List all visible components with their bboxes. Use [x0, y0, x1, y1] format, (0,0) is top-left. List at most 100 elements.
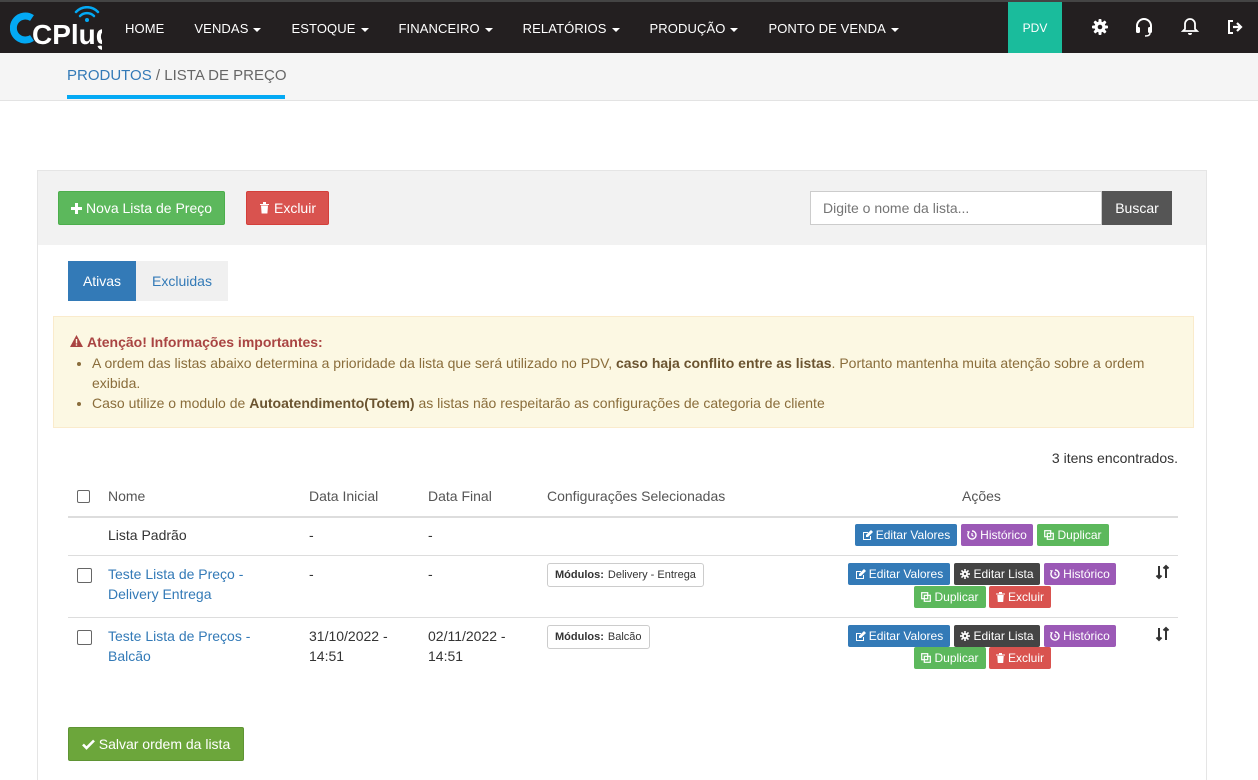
column-header-config: Configurações Selecionadas [547, 488, 726, 504]
copy-icon [921, 653, 932, 663]
delete-button[interactable]: Excluir [246, 191, 329, 225]
row-name-link[interactable]: Teste Lista de Preços - Balcão [108, 626, 250, 666]
caret-down-icon [484, 27, 493, 32]
bell-icon[interactable] [1180, 17, 1200, 37]
nav-label: ESTOQUE [291, 21, 356, 36]
cplug-logo[interactable]: CPlug [10, 6, 102, 50]
duplicate-button[interactable]: Duplicar [914, 647, 986, 669]
nav-producao[interactable]: PRODUÇÃO [635, 21, 754, 36]
sort-drag-icon[interactable] [1155, 626, 1171, 642]
caret-down-icon [253, 27, 262, 32]
alert-bold-text: Autoatendimento(Totem) [249, 395, 415, 411]
history-label: Histórico [1063, 629, 1110, 643]
breadcrumb-parent-link[interactable]: PRODUTOS [67, 67, 152, 84]
new-price-list-button[interactable]: Nova Lista de Preço [58, 191, 225, 225]
delete-label: Excluir [273, 200, 316, 216]
row-name-link[interactable]: Teste Lista de Preço - Delivery Entrega [108, 564, 243, 604]
edit-list-button[interactable]: Editar Lista [954, 625, 1040, 647]
edit-icon [855, 568, 866, 579]
edit-list-button[interactable]: Editar Lista [954, 563, 1040, 585]
breadcrumb: PRODUTOS / LISTA DE PREÇO [67, 67, 287, 84]
tab-excluidas[interactable]: Excluidas [136, 261, 228, 301]
row-start-date: - [309, 566, 314, 582]
module-badge-value: Balcão [607, 631, 642, 643]
row-start-date-line: 31/10/2022 - [309, 628, 388, 644]
select-all-checkbox[interactable] [77, 490, 90, 503]
save-order-button[interactable]: Salvar ordem da lista [68, 727, 244, 761]
nav-label: PONTO DE VENDA [768, 21, 886, 36]
pdv-button[interactable]: PDV [1008, 2, 1062, 53]
duplicate-button[interactable]: Duplicar [1037, 524, 1109, 546]
results-count: 3 itens encontrados. [1051, 450, 1178, 466]
history-icon [967, 530, 977, 540]
breadcrumb-bar: PRODUTOS / LISTA DE PREÇO [0, 53, 1258, 101]
tab-ativas[interactable]: Ativas [68, 261, 136, 301]
trash-icon [995, 653, 1005, 663]
alert-bold-text: caso haja conflito entre as listas [616, 355, 832, 371]
edit-values-button[interactable]: Editar Valores [855, 524, 957, 546]
edit-values-button[interactable]: Editar Valores [848, 625, 950, 647]
delete-row-button[interactable]: Excluir [989, 586, 1051, 608]
trash-icon [259, 202, 269, 214]
row-start-date-line: 14:51 [309, 648, 345, 664]
logo-text: CPlug [32, 19, 102, 50]
copy-icon [1044, 530, 1055, 540]
nav-label: HOME [125, 21, 165, 36]
edit-values-label: Editar Valores [875, 528, 951, 542]
new-price-list-label: Nova Lista de Preço [85, 200, 213, 216]
row-end-date: 02/11/2022 - 14:51 [428, 626, 506, 666]
duplicate-button[interactable]: Duplicar [914, 586, 986, 608]
history-button[interactable]: Histórico [961, 524, 1033, 546]
edit-icon [855, 630, 866, 641]
row-name-line: Teste Lista de Preços - [108, 628, 251, 644]
breadcrumb-current: LISTA DE PREÇO [164, 67, 287, 84]
edit-values-button[interactable]: Editar Valores [848, 563, 950, 585]
row-name-line: Balcão [108, 648, 151, 664]
delete-row-label: Excluir [1007, 651, 1044, 665]
nav-ponto-de-venda[interactable]: PONTO DE VENDA [753, 21, 913, 36]
row-checkbox[interactable] [77, 630, 92, 645]
search-input[interactable] [810, 191, 1102, 225]
row-checkbox[interactable] [77, 568, 92, 583]
duplicate-label: Duplicar [934, 651, 979, 665]
search-button[interactable]: Buscar [1102, 191, 1172, 225]
breadcrumb-active-underline [67, 95, 285, 99]
delete-row-button[interactable]: Excluir [989, 647, 1051, 669]
nav-label: FINANCEIRO [398, 21, 480, 36]
delete-row-label: Excluir [1007, 590, 1044, 604]
panel-toolbar: Nova Lista de Preço Excluir Buscar [38, 171, 1206, 245]
nav-vendas[interactable]: VENDAS [179, 21, 276, 36]
gear-icon[interactable] [1090, 17, 1110, 37]
gear-icon [960, 569, 971, 579]
module-badge-value: Delivery - Entrega [607, 569, 696, 581]
module-badge: Módulos: Delivery - Entrega [547, 563, 704, 587]
alert-text: Caso utilize o modulo de [92, 395, 250, 411]
warning-icon [70, 335, 83, 347]
column-header-name[interactable]: Nome [108, 488, 145, 504]
alert-title: Atenção! Informações importantes: [70, 334, 323, 350]
headset-icon[interactable] [1134, 17, 1154, 37]
row-name-line: Teste Lista de Preço - [108, 566, 244, 582]
main-menu: HOME VENDAS ESTOQUE FINANCEIRO RELATÓRIO… [110, 2, 914, 55]
row-start-date: - [309, 527, 314, 543]
history-label: Histórico [980, 528, 1027, 542]
column-header-end-date[interactable]: Data Final [428, 488, 492, 504]
column-header-start-date[interactable]: Data Inicial [309, 488, 378, 504]
history-button[interactable]: Histórico [1044, 625, 1116, 647]
history-icon [1050, 569, 1060, 579]
nav-home[interactable]: HOME [110, 21, 179, 36]
sort-drag-icon[interactable] [1155, 564, 1171, 580]
edit-list-label: Editar Lista [973, 567, 1034, 581]
logout-icon[interactable] [1225, 17, 1245, 37]
caret-down-icon [890, 27, 899, 32]
history-label: Histórico [1063, 567, 1110, 581]
copy-icon [921, 592, 932, 602]
alert-text: as listas não respeitarão as configuraçõ… [414, 395, 825, 411]
nav-relatorios[interactable]: RELATÓRIOS [508, 21, 635, 36]
nav-financeiro[interactable]: FINANCEIRO [384, 21, 508, 36]
alert-item: Caso utilize o modulo de Autoatendimento… [92, 393, 1172, 413]
history-button[interactable]: Histórico [1044, 563, 1116, 585]
nav-estoque[interactable]: ESTOQUE [276, 21, 383, 36]
module-badge: Módulos: Balcão [547, 625, 650, 649]
nav-label: PRODUÇÃO [649, 21, 726, 36]
